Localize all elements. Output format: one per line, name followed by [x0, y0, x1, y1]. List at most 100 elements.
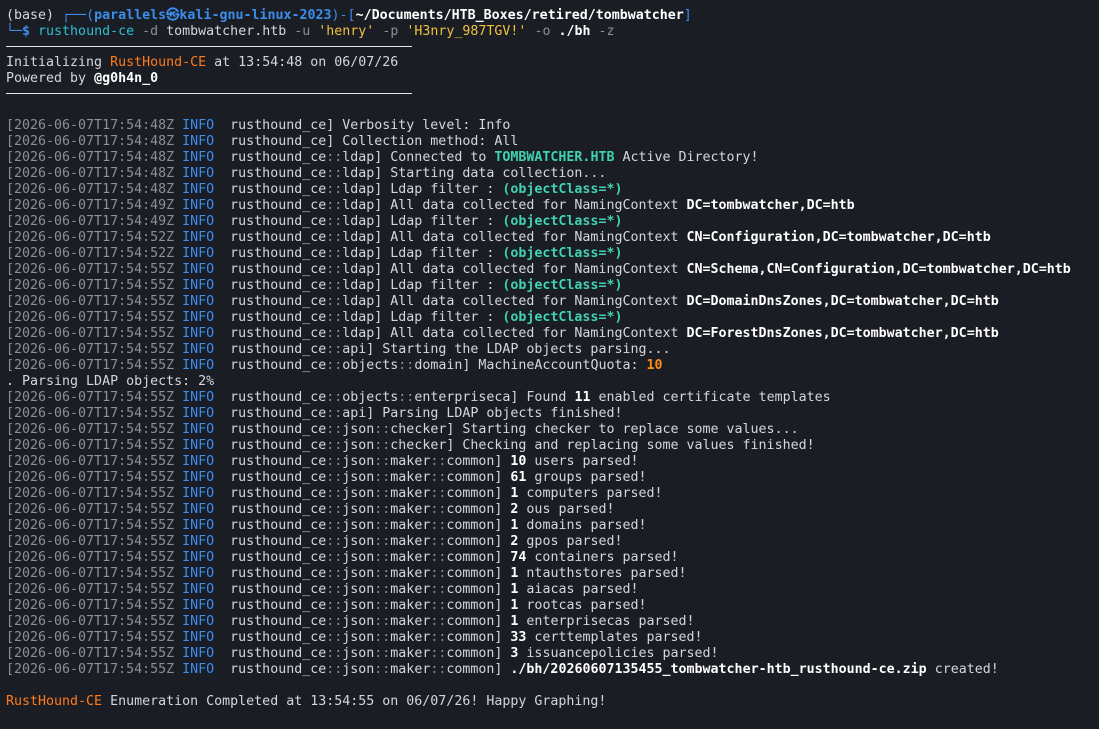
prompt-box-bottom: └─	[6, 24, 23, 39]
log-message: ] Starting checker to replace some value…	[446, 422, 799, 437]
log-highlight: (objectClass=*)	[502, 214, 623, 229]
log-highlight: CN=Schema,CN=Configuration,DC=tombwatche…	[686, 262, 1071, 277]
log-timestamp: [2026-06-07T17:54:55Z	[6, 454, 183, 469]
log-line: [2026-06-07T17:54:55Z INFO rusthound_ce:…	[6, 646, 1099, 662]
log-module: rusthound_ce::json::maker::common	[222, 614, 495, 629]
log-level: INFO	[182, 662, 223, 677]
log-message: certtemplates parsed!	[526, 630, 703, 645]
log-level: INFO	[182, 246, 223, 261]
log-message: enterprisecas parsed!	[518, 614, 695, 629]
log-timestamp: [2026-06-07T17:54:55Z	[6, 358, 183, 373]
log-module: rusthound_ce::ldap	[222, 214, 375, 229]
log-module: rusthound_ce	[222, 134, 327, 149]
log-module: rusthound_ce::json::maker::common	[222, 566, 495, 581]
log-message: containers parsed!	[526, 550, 679, 565]
log-timestamp: [2026-06-07T17:54:52Z	[6, 230, 183, 245]
log-highlight: 10	[510, 454, 527, 469]
log-module: rusthound_ce::api	[222, 406, 367, 421]
log-line: [2026-06-07T17:54:55Z INFO rusthound_ce:…	[6, 438, 1099, 454]
log-highlight: (objectClass=*)	[502, 278, 623, 293]
banner-divider-bottom	[6, 93, 412, 94]
conda-env: (base)	[6, 8, 63, 23]
log-message: groups parsed!	[526, 470, 647, 485]
log-message: ] All data collected for NamingContext	[374, 198, 687, 213]
log-message: ] Starting the LDAP objects parsing...	[366, 342, 671, 357]
log-module: rusthound_ce::json::maker::common	[222, 534, 495, 549]
log-timestamp: [2026-06-07T17:54:48Z	[6, 134, 183, 149]
prompt-dollar: $	[22, 24, 39, 39]
log-message: domains parsed!	[518, 518, 647, 533]
log-timestamp: [2026-06-07T17:54:55Z	[6, 518, 183, 533]
log-line: [2026-06-07T17:54:55Z INFO rusthound_ce:…	[6, 326, 1099, 342]
log-message: ous parsed!	[518, 502, 615, 517]
log-highlight: DC=DomainDnsZones,DC=tombwatcher,DC=htb	[686, 294, 999, 309]
log-level: INFO	[182, 550, 223, 565]
log-level: INFO	[182, 470, 223, 485]
log-message: ] Parsing LDAP objects finished!	[366, 406, 623, 421]
footer-text: Enumeration Completed at 13:54:55 on 06/…	[102, 694, 607, 709]
log-line: [2026-06-07T17:54:55Z INFO rusthound_ce:…	[6, 454, 1099, 470]
log-level: INFO	[182, 262, 223, 277]
log-line: [2026-06-07T17:54:55Z INFO rusthound_ce:…	[6, 566, 1099, 582]
log-highlight: DC=tombwatcher,DC=htb	[686, 198, 855, 213]
log-message: ] All data collected for NamingContext	[374, 262, 687, 277]
log-line: [2026-06-07T17:54:48Z INFO rusthound_ce:…	[6, 182, 1099, 198]
log-highlight: ./bh/20260607135455_tombwatcher-htb_rust…	[510, 662, 927, 677]
terminal-window[interactable]: (base) ┌──(parallels㉿kali-gnu-linux-2023…	[0, 0, 1099, 710]
log-message: ] Ldap filter :	[374, 278, 503, 293]
log-timestamp: [2026-06-07T17:54:55Z	[6, 342, 183, 357]
log-timestamp: [2026-06-07T17:54:55Z	[6, 566, 183, 581]
log-line: [2026-06-07T17:54:48Z INFO rusthound_ce:…	[6, 166, 1099, 182]
log-line: [2026-06-07T17:54:55Z INFO rusthound_ce:…	[6, 406, 1099, 422]
log-message: ] Collection method: All	[326, 134, 519, 149]
log-module: rusthound_ce::objects::domain	[222, 358, 463, 373]
log-timestamp: [2026-06-07T17:54:55Z	[6, 262, 183, 277]
log-message: enabled certificate templates	[590, 390, 831, 405]
log-line: [2026-06-07T17:54:55Z INFO rusthound_ce:…	[6, 342, 1099, 358]
log-message: ]	[494, 486, 511, 501]
footer-app-name: RustHound-CE	[6, 694, 103, 709]
log-line: [2026-06-07T17:54:55Z INFO rusthound_ce:…	[6, 358, 1099, 374]
log-level: INFO	[182, 198, 223, 213]
banner-app-name: RustHound-CE	[110, 55, 207, 70]
log-message: ntauthstores parsed!	[518, 566, 687, 581]
log-message: rootcas parsed!	[518, 598, 647, 613]
log-line: [2026-06-07T17:54:55Z INFO rusthound_ce:…	[6, 534, 1099, 550]
log-line: [2026-06-07T17:54:55Z INFO rusthound_ce:…	[6, 614, 1099, 630]
log-module: rusthound_ce::json::checker	[222, 422, 447, 437]
log-line: [2026-06-07T17:54:55Z INFO rusthound_ce:…	[6, 598, 1099, 614]
log-module: rusthound_ce::ldap	[222, 182, 375, 197]
log-level: INFO	[182, 214, 223, 229]
log-message: ] All data collected for NamingContext	[374, 230, 687, 245]
log-message: created!	[926, 662, 999, 677]
log-message: ] Ldap filter :	[374, 182, 503, 197]
log-timestamp: [2026-06-07T17:54:55Z	[6, 422, 183, 437]
log-module: rusthound_ce::ldap	[222, 310, 375, 325]
log-message: gpos parsed!	[518, 534, 623, 549]
log-line: [2026-06-07T17:54:48Z INFO rusthound_ce]…	[6, 134, 1099, 150]
log-message: computers parsed!	[518, 486, 663, 501]
prompt-line-2[interactable]: └─$ rusthound-ce -d tombwatcher.htb -u '…	[6, 24, 1099, 40]
log-line: [2026-06-07T17:54:52Z INFO rusthound_ce:…	[6, 230, 1099, 246]
log-line: [2026-06-07T17:54:52Z INFO rusthound_ce:…	[6, 246, 1099, 262]
log-highlight: 10	[646, 358, 663, 373]
log-line: [2026-06-07T17:54:55Z INFO rusthound_ce:…	[6, 502, 1099, 518]
log-level: INFO	[182, 614, 223, 629]
log-highlight: 61	[510, 470, 527, 485]
log-module: rusthound_ce::json::checker	[222, 438, 447, 453]
log-level: INFO	[182, 406, 223, 421]
log-level: INFO	[182, 166, 223, 181]
log-level: INFO	[182, 566, 223, 581]
log-message: ] Checking and replacing some values fin…	[446, 438, 815, 453]
log-message: issuancepolicies parsed!	[518, 646, 719, 661]
log-level: INFO	[182, 630, 223, 645]
log-timestamp: [2026-06-07T17:54:55Z	[6, 550, 183, 565]
log-level: INFO	[182, 358, 223, 373]
log-timestamp: [2026-06-07T17:54:49Z	[6, 214, 183, 229]
log-message: ] Starting data collection...	[374, 166, 607, 181]
log-module: rusthound_ce::json::maker::common	[222, 582, 495, 597]
log-highlight: DC=ForestDnsZones,DC=tombwatcher,DC=htb	[686, 326, 999, 341]
log-message: ]	[494, 630, 511, 645]
log-timestamp: [2026-06-07T17:54:52Z	[6, 246, 183, 261]
banner-divider-top	[6, 46, 412, 47]
